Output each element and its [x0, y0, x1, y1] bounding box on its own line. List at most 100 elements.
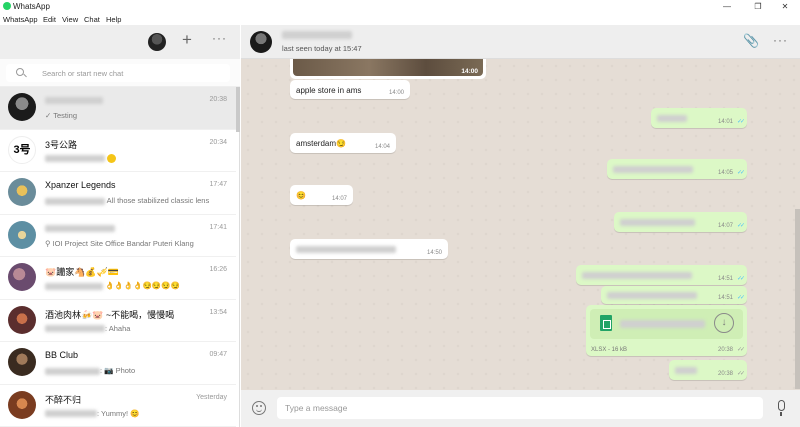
chat-item[interactable]: Xpanzer Legends 17:47 All those stabiliz… — [0, 172, 236, 215]
chat-time: 17:41 — [209, 223, 227, 231]
chat-last-message — [45, 154, 116, 164]
chat-item[interactable]: 3号 3号公路 20:34 — [0, 130, 236, 172]
minimize-button[interactable]: — — [712, 0, 742, 13]
chat-item[interactable]: 20:38 ✓ Testing — [0, 87, 236, 130]
message-bubble[interactable]: 😊 14:07 — [290, 185, 353, 205]
chat-name — [45, 95, 103, 105]
message-input[interactable] — [285, 401, 755, 415]
message-text: 😊 — [296, 191, 306, 200]
left-header: + ··· — [0, 25, 240, 59]
message-text — [620, 219, 695, 226]
file-message[interactable]: ↓ XLSX - 16 kB 20:38 ✓✓ — [586, 305, 747, 356]
message-scrollbar[interactable] — [795, 209, 800, 389]
menu-whatsapp[interactable]: WhatsApp — [3, 15, 38, 24]
photo-thumbnail[interactable] — [293, 59, 483, 76]
delivered-ticks-icon: ✓✓ — [736, 347, 745, 353]
chat-item[interactable]: 🐷躪家🐴💰🎺💳 16:26 👌👌👌👌😏😏😏😏 — [0, 257, 236, 300]
chat-list: 20:38 ✓ Testing 3号 3号公路 20:34 Xpanzer Le… — [0, 87, 236, 427]
message-bubble[interactable]: 20:38 ✓✓ — [669, 360, 747, 380]
avatar: 3号 — [8, 135, 36, 164]
message-text: apple store in ams — [296, 86, 362, 95]
avatar — [8, 305, 36, 334]
file-card[interactable]: ↓ — [590, 309, 743, 339]
message-bubble[interactable]: 14:51 ✓✓ — [601, 286, 747, 304]
avatar — [8, 93, 36, 121]
message-time: 14:07 — [717, 223, 733, 229]
contact-status: last seen today at 15:47 — [282, 44, 362, 53]
message-time: 14:04 — [374, 144, 390, 150]
maximize-button[interactable]: ❐ — [743, 0, 773, 13]
menu-help[interactable]: Help — [106, 15, 121, 24]
chat-last-message: : 📷 Photo — [45, 366, 135, 375]
chat-last-message: 👌👌👌👌😏😏😏😏 — [45, 281, 180, 290]
chat-item[interactable]: BB Club 09:47 : 📷 Photo — [0, 342, 236, 385]
read-ticks-icon: ✓✓ — [736, 223, 745, 229]
emoji-icon[interactable] — [252, 401, 266, 415]
search-bar — [0, 59, 240, 87]
message-bubble[interactable]: 14:01 ✓✓ — [651, 108, 747, 128]
message-time: 20:38 — [717, 371, 733, 377]
avatar — [8, 390, 36, 419]
chat-last-message: ✓ Testing — [45, 111, 77, 120]
chat-last-message: : Ahaha — [45, 324, 130, 333]
avatar — [8, 220, 36, 249]
message-time: 14:05 — [717, 170, 733, 176]
microphone-icon[interactable] — [778, 400, 785, 416]
message-time: 14:50 — [426, 250, 442, 256]
message-bubble[interactable]: 14:51 ✓✓ — [576, 265, 747, 285]
search-box — [6, 64, 230, 82]
menu-view[interactable]: View — [62, 15, 78, 24]
chat-name: 酒池肉林🍻🐷 ~不能喝，慢慢喝 — [45, 309, 175, 320]
chat-time: 13:54 — [209, 308, 227, 316]
message-area: 14:00 apple store in ams 14:00 14:01 ✓✓ … — [241, 59, 800, 390]
message-bubble[interactable]: 14:07 ✓✓ — [614, 212, 747, 232]
message-text — [607, 292, 697, 299]
chat-last-message: All those stabilized classic lens — [45, 196, 209, 205]
my-avatar[interactable] — [148, 33, 166, 51]
message-time: 14:51 — [717, 295, 733, 301]
menu-dots-icon[interactable]: ··· — [212, 31, 227, 45]
conversation-header[interactable]: last seen today at 15:47 📎 ··· — [241, 25, 800, 59]
chat-item[interactable]: 17:41 ⚲ IOI Project Site Office Bandar P… — [0, 215, 236, 257]
chat-item[interactable]: 酒池肉林🍻🐷 ~不能喝，慢慢喝 13:54 : Ahaha — [0, 300, 236, 342]
chat-time: 20:34 — [209, 138, 227, 146]
menu-edit[interactable]: Edit — [43, 15, 56, 24]
menu-chat[interactable]: Chat — [84, 15, 100, 24]
message-time: 14:00 — [461, 68, 478, 75]
chat-name: 3号公路 — [45, 139, 78, 150]
message-bubble[interactable]: amsterdam😏 14:04 — [290, 133, 396, 153]
chat-list-scrollbar[interactable] — [236, 87, 240, 132]
contact-avatar[interactable] — [250, 31, 272, 53]
message-text — [582, 272, 692, 279]
message-bubble[interactable]: 14:05 ✓✓ — [607, 159, 747, 179]
message-time: 14:51 — [717, 276, 733, 282]
close-button[interactable]: ✕ — [770, 0, 800, 13]
message-box — [277, 397, 763, 419]
contact-name — [282, 31, 352, 39]
message-text — [657, 115, 687, 122]
location-pin-icon: ⚲ — [45, 238, 51, 248]
chat-name: Xpanzer Legends — [45, 180, 116, 190]
message-text — [613, 166, 693, 173]
message-bubble[interactable]: 14:50 — [290, 239, 448, 259]
menu-dots-icon[interactable]: ··· — [773, 33, 788, 47]
download-icon[interactable]: ↓ — [714, 313, 734, 333]
new-chat-button[interactable]: + — [182, 30, 192, 50]
read-ticks-icon: ✓✓ — [736, 119, 745, 125]
read-ticks-icon: ✓✓ — [736, 276, 745, 282]
chat-name: BB Club — [45, 350, 79, 360]
message-bubble[interactable]: apple store in ams 14:00 — [290, 80, 410, 99]
search-input[interactable] — [42, 66, 222, 80]
spreadsheet-icon — [600, 315, 612, 331]
avatar — [8, 263, 36, 291]
attach-icon[interactable]: 📎 — [743, 33, 759, 49]
search-icon — [16, 68, 24, 76]
message-text — [675, 367, 697, 374]
avatar — [8, 178, 36, 206]
read-ticks-icon: ✓✓ — [736, 170, 745, 176]
chat-time: 16:26 — [209, 266, 227, 273]
conversation-panel: last seen today at 15:47 📎 ··· 14:00 app… — [241, 25, 800, 427]
chat-item[interactable]: 不醉不归 Yesterday : Yummy! 😊 — [0, 385, 236, 427]
image-message[interactable]: 14:00 — [290, 59, 486, 79]
message-text — [296, 246, 396, 253]
